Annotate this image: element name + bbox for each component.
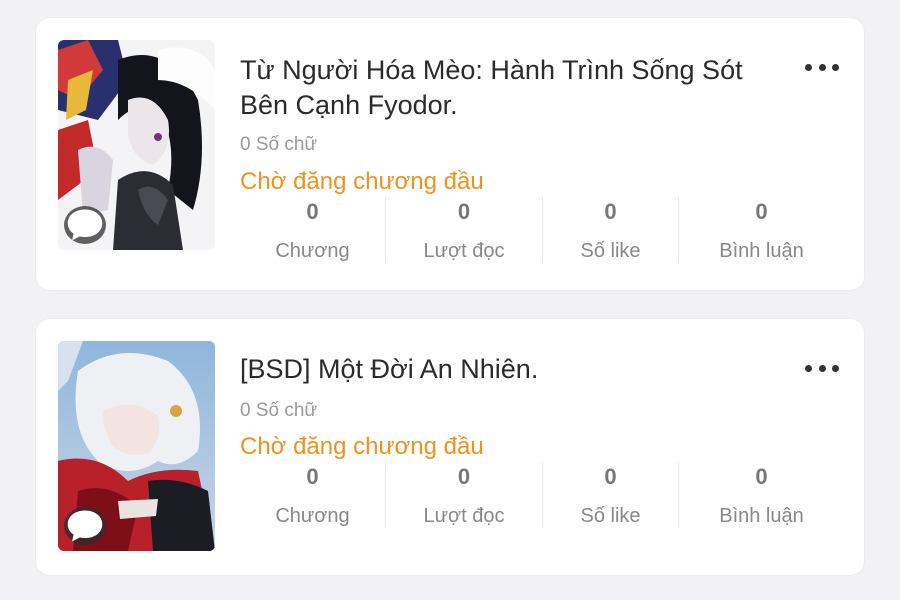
publish-status: Chờ đăng chương đầu bbox=[240, 168, 484, 195]
publish-status: Chờ đăng chương đầu bbox=[240, 433, 484, 460]
stat-value: 0 bbox=[604, 199, 617, 224]
more-options-icon[interactable] bbox=[802, 355, 842, 381]
story-title[interactable]: Từ Người Hóa Mèo: Hành Trình Sống Sót Bê… bbox=[240, 53, 760, 123]
stat-value: 0 bbox=[755, 464, 768, 489]
word-count: 0 Số chữ bbox=[240, 134, 318, 155]
stat-label: Bình luận bbox=[719, 505, 804, 527]
story-stats: 0 Chương 0 Lượt đọc 0 Số like 0 Bình luậ… bbox=[240, 197, 844, 263]
stat-label: Chương bbox=[275, 505, 350, 527]
stat-value: 0 bbox=[457, 199, 471, 224]
story-card[interactable]: [BSD] Một Đời An Nhiên. 0 Số chữ Chờ đăn… bbox=[36, 319, 864, 575]
stat-likes: 0 Số like bbox=[543, 462, 679, 528]
stat-chapters: 0 Chương bbox=[240, 197, 386, 263]
stat-label: Số like bbox=[580, 505, 641, 527]
stat-label: Bình luận bbox=[719, 240, 804, 262]
stat-comments: 0 Bình luận bbox=[679, 462, 844, 528]
stat-value: 0 bbox=[604, 464, 617, 489]
stat-likes: 0 Số like bbox=[543, 197, 679, 263]
story-cover-image[interactable] bbox=[58, 40, 215, 250]
stat-value: 0 bbox=[457, 464, 471, 489]
stat-reads: 0 Lượt đọc bbox=[386, 462, 543, 528]
stat-label: Lượt đọc bbox=[423, 505, 505, 527]
story-card[interactable]: Từ Người Hóa Mèo: Hành Trình Sống Sót Bê… bbox=[36, 18, 864, 290]
stat-value: 0 bbox=[306, 464, 319, 489]
stat-comments: 0 Bình luận bbox=[679, 197, 844, 263]
stat-reads: 0 Lượt đọc bbox=[386, 197, 543, 263]
more-options-icon[interactable] bbox=[802, 54, 842, 80]
stat-value: 0 bbox=[306, 199, 319, 224]
stat-label: Chương bbox=[275, 240, 350, 262]
stat-label: Lượt đọc bbox=[423, 240, 505, 262]
story-title[interactable]: [BSD] Một Đời An Nhiên. bbox=[240, 352, 760, 387]
chat-icon bbox=[64, 507, 106, 545]
word-count: 0 Số chữ bbox=[240, 400, 318, 421]
stat-value: 0 bbox=[755, 199, 768, 224]
chat-icon bbox=[64, 206, 106, 244]
story-cover-image[interactable] bbox=[58, 341, 215, 551]
story-list: Từ Người Hóa Mèo: Hành Trình Sống Sót Bê… bbox=[0, 0, 900, 600]
stat-label: Số like bbox=[580, 240, 641, 262]
story-stats: 0 Chương 0 Lượt đọc 0 Số like 0 Bình luậ… bbox=[240, 462, 844, 528]
stat-chapters: 0 Chương bbox=[240, 462, 386, 528]
